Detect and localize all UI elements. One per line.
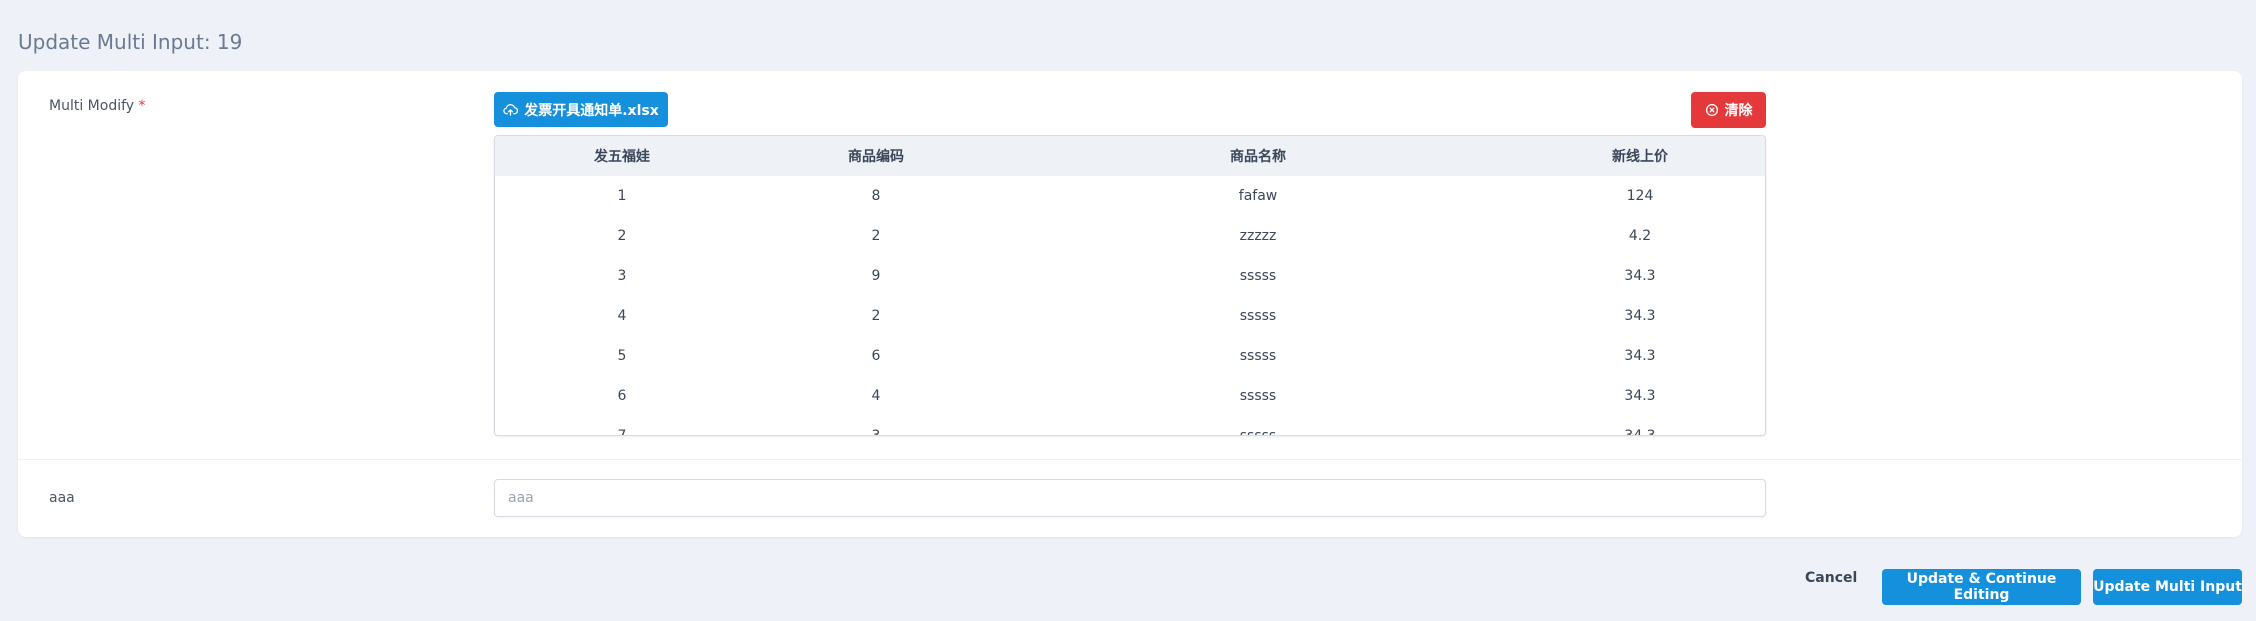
multi-modify-label: Multi Modify *	[49, 98, 146, 114]
upload-file-button[interactable]: 发票开具通知单.xlsx	[494, 92, 668, 127]
field-divider	[18, 459, 2242, 460]
table-cell: 7	[617, 428, 627, 436]
data-table-container[interactable]: 发五福娃 商品编码 商品名称 新线上价 1 8 fafaw 124 2 2 zz…	[494, 135, 1766, 436]
table-cell: 3	[871, 428, 881, 436]
table-row: 4 2 sssss 34.3	[495, 296, 1765, 336]
table-cell: 5	[617, 348, 627, 364]
table-cell: 4	[617, 308, 627, 324]
column-header: 商品名称	[1230, 149, 1286, 165]
form-card: Multi Modify * 发票开具通知单.xlsx 清除 发五福娃 商品编码…	[18, 71, 2242, 537]
table-cell: 4.2	[1628, 228, 1652, 244]
aaa-input[interactable]	[494, 479, 1766, 517]
required-mark: *	[138, 98, 146, 114]
table-cell: 9	[871, 268, 881, 284]
update-continue-button[interactable]: Update & Continue Editing	[1882, 569, 2081, 605]
table-cell: 8	[871, 188, 881, 204]
page-title: Update Multi Input: 19	[18, 30, 243, 54]
table-cell: fafaw	[1238, 188, 1278, 204]
table-cell: 6	[617, 388, 627, 404]
table-cell: sssss	[1239, 388, 1277, 404]
clear-button-label: 清除	[1724, 103, 1753, 119]
column-header: 新线上价	[1612, 149, 1668, 165]
table-row: 1 8 fafaw 124	[495, 176, 1765, 216]
clear-button[interactable]: 清除	[1691, 92, 1766, 128]
cancel-button[interactable]: Cancel	[1805, 570, 1857, 586]
table-cell: 34.3	[1624, 308, 1656, 324]
table-cell: 3	[617, 268, 627, 284]
upload-button-label: 发票开具通知单.xlsx	[524, 102, 659, 119]
column-header: 发五福娃	[594, 149, 650, 165]
table-row: 6 4 sssss 34.3	[495, 376, 1765, 416]
table-cell: 2	[617, 228, 627, 244]
table-cell: sssss	[1239, 348, 1277, 364]
table-cell: sssss	[1239, 308, 1277, 324]
table-cell: 6	[871, 348, 881, 364]
table-header-row: 发五福娃 商品编码 商品名称 新线上价	[495, 136, 1765, 176]
circle-x-icon	[1705, 103, 1720, 118]
table-cell: 4	[871, 388, 881, 404]
table-cell: sssss	[1239, 428, 1277, 436]
table-cell: 34.3	[1624, 268, 1656, 284]
table-cell: 34.3	[1624, 428, 1656, 436]
table-cell: sssss	[1239, 268, 1277, 284]
table-cell: 2	[871, 308, 881, 324]
table-cell: 1	[617, 188, 627, 204]
table-cell: 34.3	[1624, 348, 1656, 364]
aaa-label: aaa	[49, 490, 75, 506]
multi-modify-label-text: Multi Modify	[49, 98, 135, 114]
table-row: 7 3 sssss 34.3	[495, 416, 1765, 436]
table-cell: zzzzz	[1239, 228, 1277, 244]
table-cell: 2	[871, 228, 881, 244]
update-submit-button[interactable]: Update Multi Input	[2093, 569, 2242, 605]
cloud-upload-icon	[503, 102, 519, 117]
table-row: 2 2 zzzzz 4.2	[495, 216, 1765, 256]
table-cell: 124	[1626, 188, 1654, 204]
column-header: 商品编码	[848, 149, 904, 165]
table-row: 5 6 sssss 34.3	[495, 336, 1765, 376]
table-cell: 34.3	[1624, 388, 1656, 404]
table-row: 3 9 sssss 34.3	[495, 256, 1765, 296]
data-table: 发五福娃 商品编码 商品名称 新线上价 1 8 fafaw 124 2 2 zz…	[495, 136, 1765, 436]
